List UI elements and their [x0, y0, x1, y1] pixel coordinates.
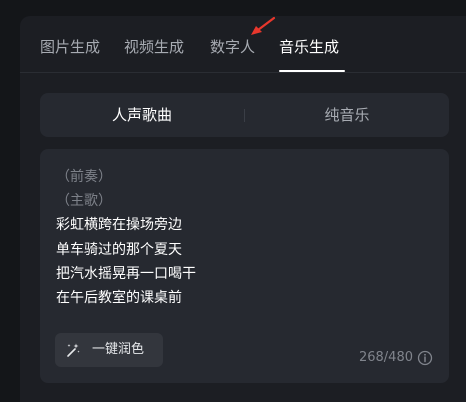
info-icon[interactable]	[417, 350, 433, 366]
option-instrumental[interactable]: 纯音乐	[245, 93, 449, 137]
lyrics-line: 彩虹横跨在操场旁边	[56, 217, 182, 234]
lyrics-text[interactable]: （前奏） （主歌） 彩虹横跨在操场旁边 单车骑过的那个夏天 把汽水摇晃再一口喝干…	[56, 165, 436, 310]
lyrics-line: 在午后教室的课桌前	[56, 290, 182, 307]
music-generation-panel: 图片生成 视频生成 数字人 音乐生成 人声歌曲 纯音乐 （前奏） （主歌） 彩虹…	[20, 16, 466, 402]
lyrics-editor[interactable]: （前奏） （主歌） 彩虹横跨在操场旁边 单车骑过的那个夏天 把汽水摇晃再一口喝干…	[40, 149, 449, 383]
lyrics-line: 把汽水摇晃再一口喝干	[56, 265, 196, 282]
magic-wand-icon	[67, 343, 80, 357]
character-count: 268/480	[358, 350, 413, 365]
polish-button-label: 一键润色	[92, 342, 145, 357]
red-arrow-icon	[251, 16, 276, 35]
tab-bar: 图片生成 视频生成 数字人 音乐生成	[20, 16, 466, 73]
vocal-mode-switch: 人声歌曲 纯音乐	[40, 93, 449, 137]
tab-video-generation[interactable]: 视频生成	[124, 36, 184, 58]
lyrics-line: 单车骑过的那个夏天	[56, 241, 182, 258]
tab-music-generation[interactable]: 音乐生成	[279, 36, 339, 58]
lyrics-line: （主歌）	[56, 193, 112, 210]
lyrics-line: （前奏）	[56, 169, 112, 185]
tab-image-generation[interactable]: 图片生成	[40, 36, 100, 58]
one-click-polish-button[interactable]: 一键润色	[55, 333, 163, 367]
tab-bar-divider	[20, 72, 466, 73]
tab-digital-human[interactable]: 数字人	[210, 36, 255, 58]
option-vocal-song[interactable]: 人声歌曲	[40, 93, 244, 137]
